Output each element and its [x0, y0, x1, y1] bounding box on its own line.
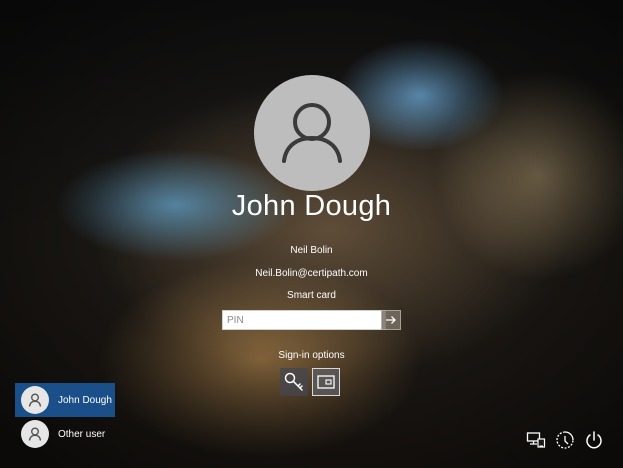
ease-of-access-button[interactable] [555, 430, 575, 450]
user-tile-other-user[interactable]: Other user [15, 417, 115, 451]
user-tile-label: Other user [58, 428, 106, 440]
smart-card-icon [317, 375, 335, 389]
account-email: Neil.Bolin@certipath.com [255, 268, 368, 279]
power-button[interactable] [584, 430, 604, 450]
user-display-name: John Dough [231, 190, 392, 222]
user-tile-label: John Dough [58, 394, 112, 406]
credential-type-label: Smart card [287, 290, 336, 301]
power-icon [586, 431, 602, 449]
account-name: Neil Bolin [290, 245, 333, 256]
user-silhouette-icon [21, 386, 49, 414]
user-tile-john-dough[interactable]: John Dough [15, 383, 115, 417]
arrow-right-icon [386, 316, 396, 324]
sign-in-option-smart-card[interactable] [312, 368, 340, 396]
sign-in-options-label: Sign-in options [278, 350, 345, 361]
user-avatar [254, 75, 370, 191]
network-icon [526, 432, 546, 448]
user-silhouette-icon [21, 420, 49, 448]
sign-in-option-security-key[interactable] [280, 368, 308, 396]
key-icon [284, 372, 303, 391]
ease-of-access-icon [556, 431, 574, 449]
pin-input[interactable] [222, 310, 386, 330]
user-silhouette-icon [282, 103, 342, 163]
submit-button[interactable] [381, 310, 401, 330]
network-button[interactable] [526, 430, 546, 450]
